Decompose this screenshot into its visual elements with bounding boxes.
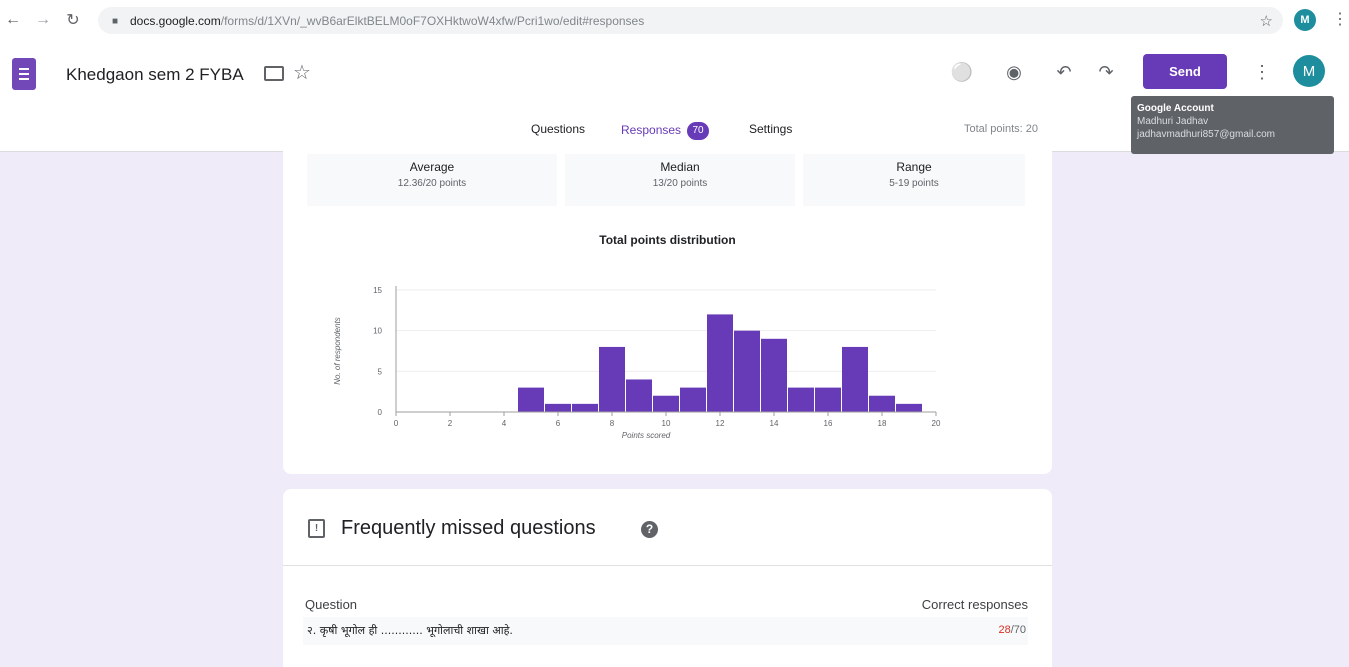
redo-icon[interactable]: ↷ [1094,60,1118,84]
bar [707,314,733,412]
bar [545,403,571,412]
bar [680,387,706,412]
total-count: /70 [1010,624,1026,636]
x-tick-label: 14 [770,419,779,428]
x-tick-label: 16 [824,419,833,428]
y-tick-label: 5 [378,367,383,376]
url-path: /forms/d/1XVn/_wvB6arElktBELM0oF7OXHktwo… [220,13,645,28]
help-icon[interactable]: ? [641,521,658,538]
missed-question-text: २. कृषी भूगोल ही ............ भूगोलाची श… [307,624,513,637]
points-distribution-chart: 0 5 10 15 0 2 4 6 8 10 12 14 16 18 20 Points scored No. … [333,286,941,440]
lock-icon: ■ [112,15,119,27]
divider [283,565,1052,566]
tab-responses-label: Responses [621,123,682,138]
missed-question-row[interactable]: २. कृषी भूगोल ही ............ भूगोलाची श… [303,617,1028,645]
browser-menu-icon[interactable]: ⋮ [1332,9,1348,29]
browser-toolbar: ← → ↻ ■ docs.google.com /forms/d/1XVn/_w… [0,0,1349,40]
alert-box-icon: ! [308,519,325,538]
bar [572,403,598,412]
google-forms-logo-icon[interactable] [12,58,36,90]
y-tick-label: 10 [373,327,382,336]
column-header-question: Question [305,597,358,612]
x-tick-label: 4 [502,419,507,428]
tab-settings[interactable]: Settings [749,122,792,136]
bookmark-star-icon[interactable]: ☆ [1260,12,1273,30]
y-tick-label: 15 [373,286,382,295]
y-axis-label: No. of respondents [333,317,342,385]
x-tick-label: 18 [878,419,887,428]
bar [896,403,922,412]
stat-median-label: Median [660,160,700,174]
stat-median-value: 13/20 points [652,178,708,189]
column-header-correct: Correct responses [921,597,1028,612]
bar [653,395,679,412]
preview-eye-icon[interactable]: ◉ [1002,60,1026,84]
x-tick-label: 12 [716,419,725,428]
x-axis-label: Points scored [622,431,671,440]
star-icon[interactable]: ☆ [293,60,311,85]
x-tick-label: 0 [394,419,399,428]
bar [761,338,787,412]
address-bar[interactable]: ■ docs.google.com /forms/d/1XVn/_wvB6arE… [98,7,1283,34]
missed-questions-title: Frequently missed questions [341,517,596,539]
x-tick-label: 10 [662,419,671,428]
form-title[interactable]: Khedgaon sem 2 FYBA [66,65,244,85]
bar [518,387,544,412]
bar [626,379,652,412]
x-tick-label: 2 [448,419,453,428]
summary-card: Average 12.36/20 points Median 13/20 poi… [283,140,1052,474]
move-to-folder-icon[interactable] [264,66,284,81]
stat-range: Range 5-19 points [803,154,1025,206]
forward-icon[interactable]: → [32,9,54,31]
missed-question-count: 28/70 [998,624,1026,636]
x-tick-label: 8 [610,419,615,428]
reload-icon[interactable]: ↻ [62,9,84,31]
missed-questions-card: ! Frequently missed questions ? Question… [283,489,1052,667]
tab-responses[interactable]: Responses 70 [621,122,710,140]
customize-theme-palette-icon[interactable]: ⚪ [950,60,974,84]
stat-range-label: Range [896,160,932,174]
more-options-icon[interactable]: ⋮ [1250,60,1274,84]
chart-title: Total points distribution [599,233,736,247]
stat-median: Median 13/20 points [565,154,795,206]
stat-average-label: Average [409,160,455,174]
bar [842,346,868,412]
x-tick-label: 20 [932,419,941,428]
send-button[interactable]: Send [1143,54,1227,89]
forms-header: Khedgaon sem 2 FYBA ☆ ⚪ ◉ ↶ ↷ Send ⋮ M G… [0,40,1349,154]
browser-profile-avatar[interactable]: M [1294,9,1316,31]
tooltip-title: Google Account [1137,103,1214,114]
bar [734,330,760,412]
correct-count: 28 [998,624,1011,636]
responses-count-badge: 70 [687,122,710,140]
back-icon[interactable]: ← [2,9,24,31]
bar [788,387,814,412]
stat-range-value: 5-19 points [889,178,939,189]
stat-average-value: 12.36/20 points [397,178,467,189]
stat-average: Average 12.36/20 points [307,154,557,206]
total-points-label: Total points: 20 [964,123,1038,135]
bar [815,387,841,412]
bar [599,346,625,412]
tab-questions[interactable]: Questions [531,122,585,136]
x-tick-label: 6 [556,419,561,428]
y-tick-label: 0 [378,408,383,417]
undo-icon[interactable]: ↶ [1052,60,1076,84]
account-avatar[interactable]: M [1293,55,1325,87]
url-host: docs.google.com [130,13,221,28]
bar [869,395,895,412]
